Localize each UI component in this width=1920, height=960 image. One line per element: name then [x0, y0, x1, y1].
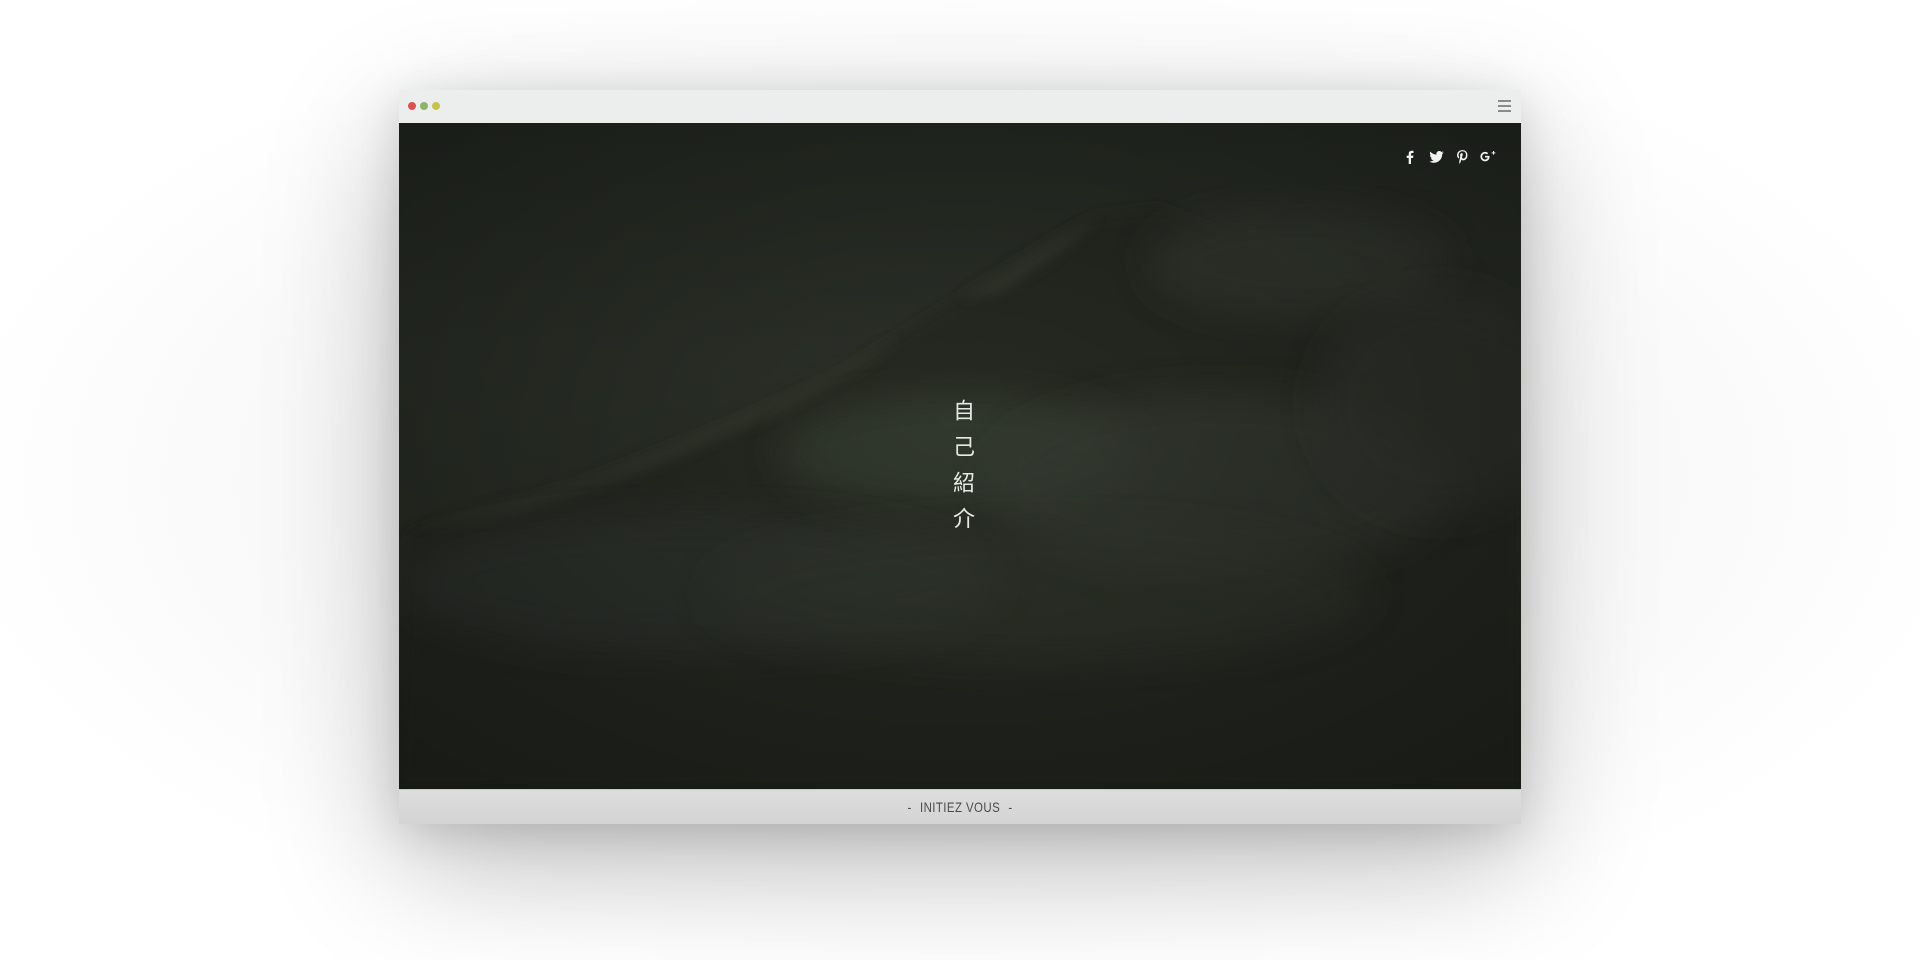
minimize-dot-icon[interactable]: [420, 102, 428, 110]
footer-dash-left: -: [907, 799, 912, 815]
initiez-vous-link[interactable]: - INITIEZ VOUS -: [899, 799, 1020, 815]
google-plus-icon[interactable]: [1480, 149, 1496, 165]
stage: 自己紹介 - INITIEZ VOUS -: [0, 0, 1920, 960]
social-links: [1402, 149, 1496, 165]
twitter-icon[interactable]: [1428, 149, 1444, 165]
window-titlebar: [399, 90, 1521, 124]
hero-title: 自己紹介: [949, 399, 974, 543]
browser-window: 自己紹介 - INITIEZ VOUS -: [399, 90, 1521, 824]
footer-dash-right: -: [1008, 799, 1013, 815]
footer-bar: - INITIEZ VOUS -: [399, 789, 1521, 824]
hamburger-menu-icon[interactable]: [1498, 100, 1511, 112]
footer-label: INITIEZ VOUS: [919, 799, 1001, 815]
close-dot-icon[interactable]: [408, 102, 416, 110]
window-controls: [408, 102, 440, 110]
hero-section: 自己紹介: [399, 123, 1521, 789]
maximize-dot-icon[interactable]: [432, 102, 440, 110]
pinterest-icon[interactable]: [1454, 149, 1470, 165]
facebook-icon[interactable]: [1402, 149, 1418, 165]
